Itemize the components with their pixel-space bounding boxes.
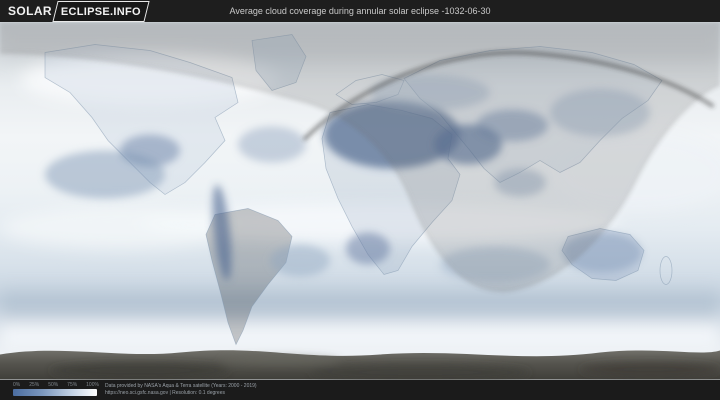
- attribution-line2: https://neo.sci.gsfc.nasa.gov | Resoluti…: [105, 389, 225, 396]
- legend-tick-0: 0%: [13, 382, 21, 388]
- legend-colorbar: [13, 389, 97, 396]
- legend-tick-100: 100%: [86, 382, 99, 388]
- world-map-canvas: [0, 22, 720, 380]
- legend-tick-labels: 0% 25% 50% 75% 100%: [13, 382, 99, 388]
- logo-eclipse-box: ECLIPSE.INFO: [52, 0, 150, 22]
- attribution-line1: Data provided by NASA's Aqua & Terra sat…: [105, 383, 257, 389]
- legend-tick-25: 25%: [29, 382, 40, 388]
- site-logo[interactable]: SOLAR ECLIPSE.INFO: [8, 0, 150, 22]
- legend-tick-75: 75%: [67, 382, 78, 388]
- cloud-coverage-legend: 0% 25% 50% 75% 100%: [13, 382, 101, 396]
- footer-bar: 0% 25% 50% 75% 100% Data provided by NAS…: [0, 380, 720, 400]
- header-bar: SOLAR ECLIPSE.INFO Average cloud coverag…: [0, 0, 720, 22]
- cloud-coverage-map[interactable]: [0, 22, 720, 380]
- logo-text-solar: SOLAR: [8, 4, 52, 18]
- legend-tick-50: 50%: [48, 382, 59, 388]
- data-attribution: Data provided by NASA's Aqua & Terra sat…: [105, 383, 257, 396]
- logo-text-eclipse-info: ECLIPSE.INFO: [60, 5, 141, 18]
